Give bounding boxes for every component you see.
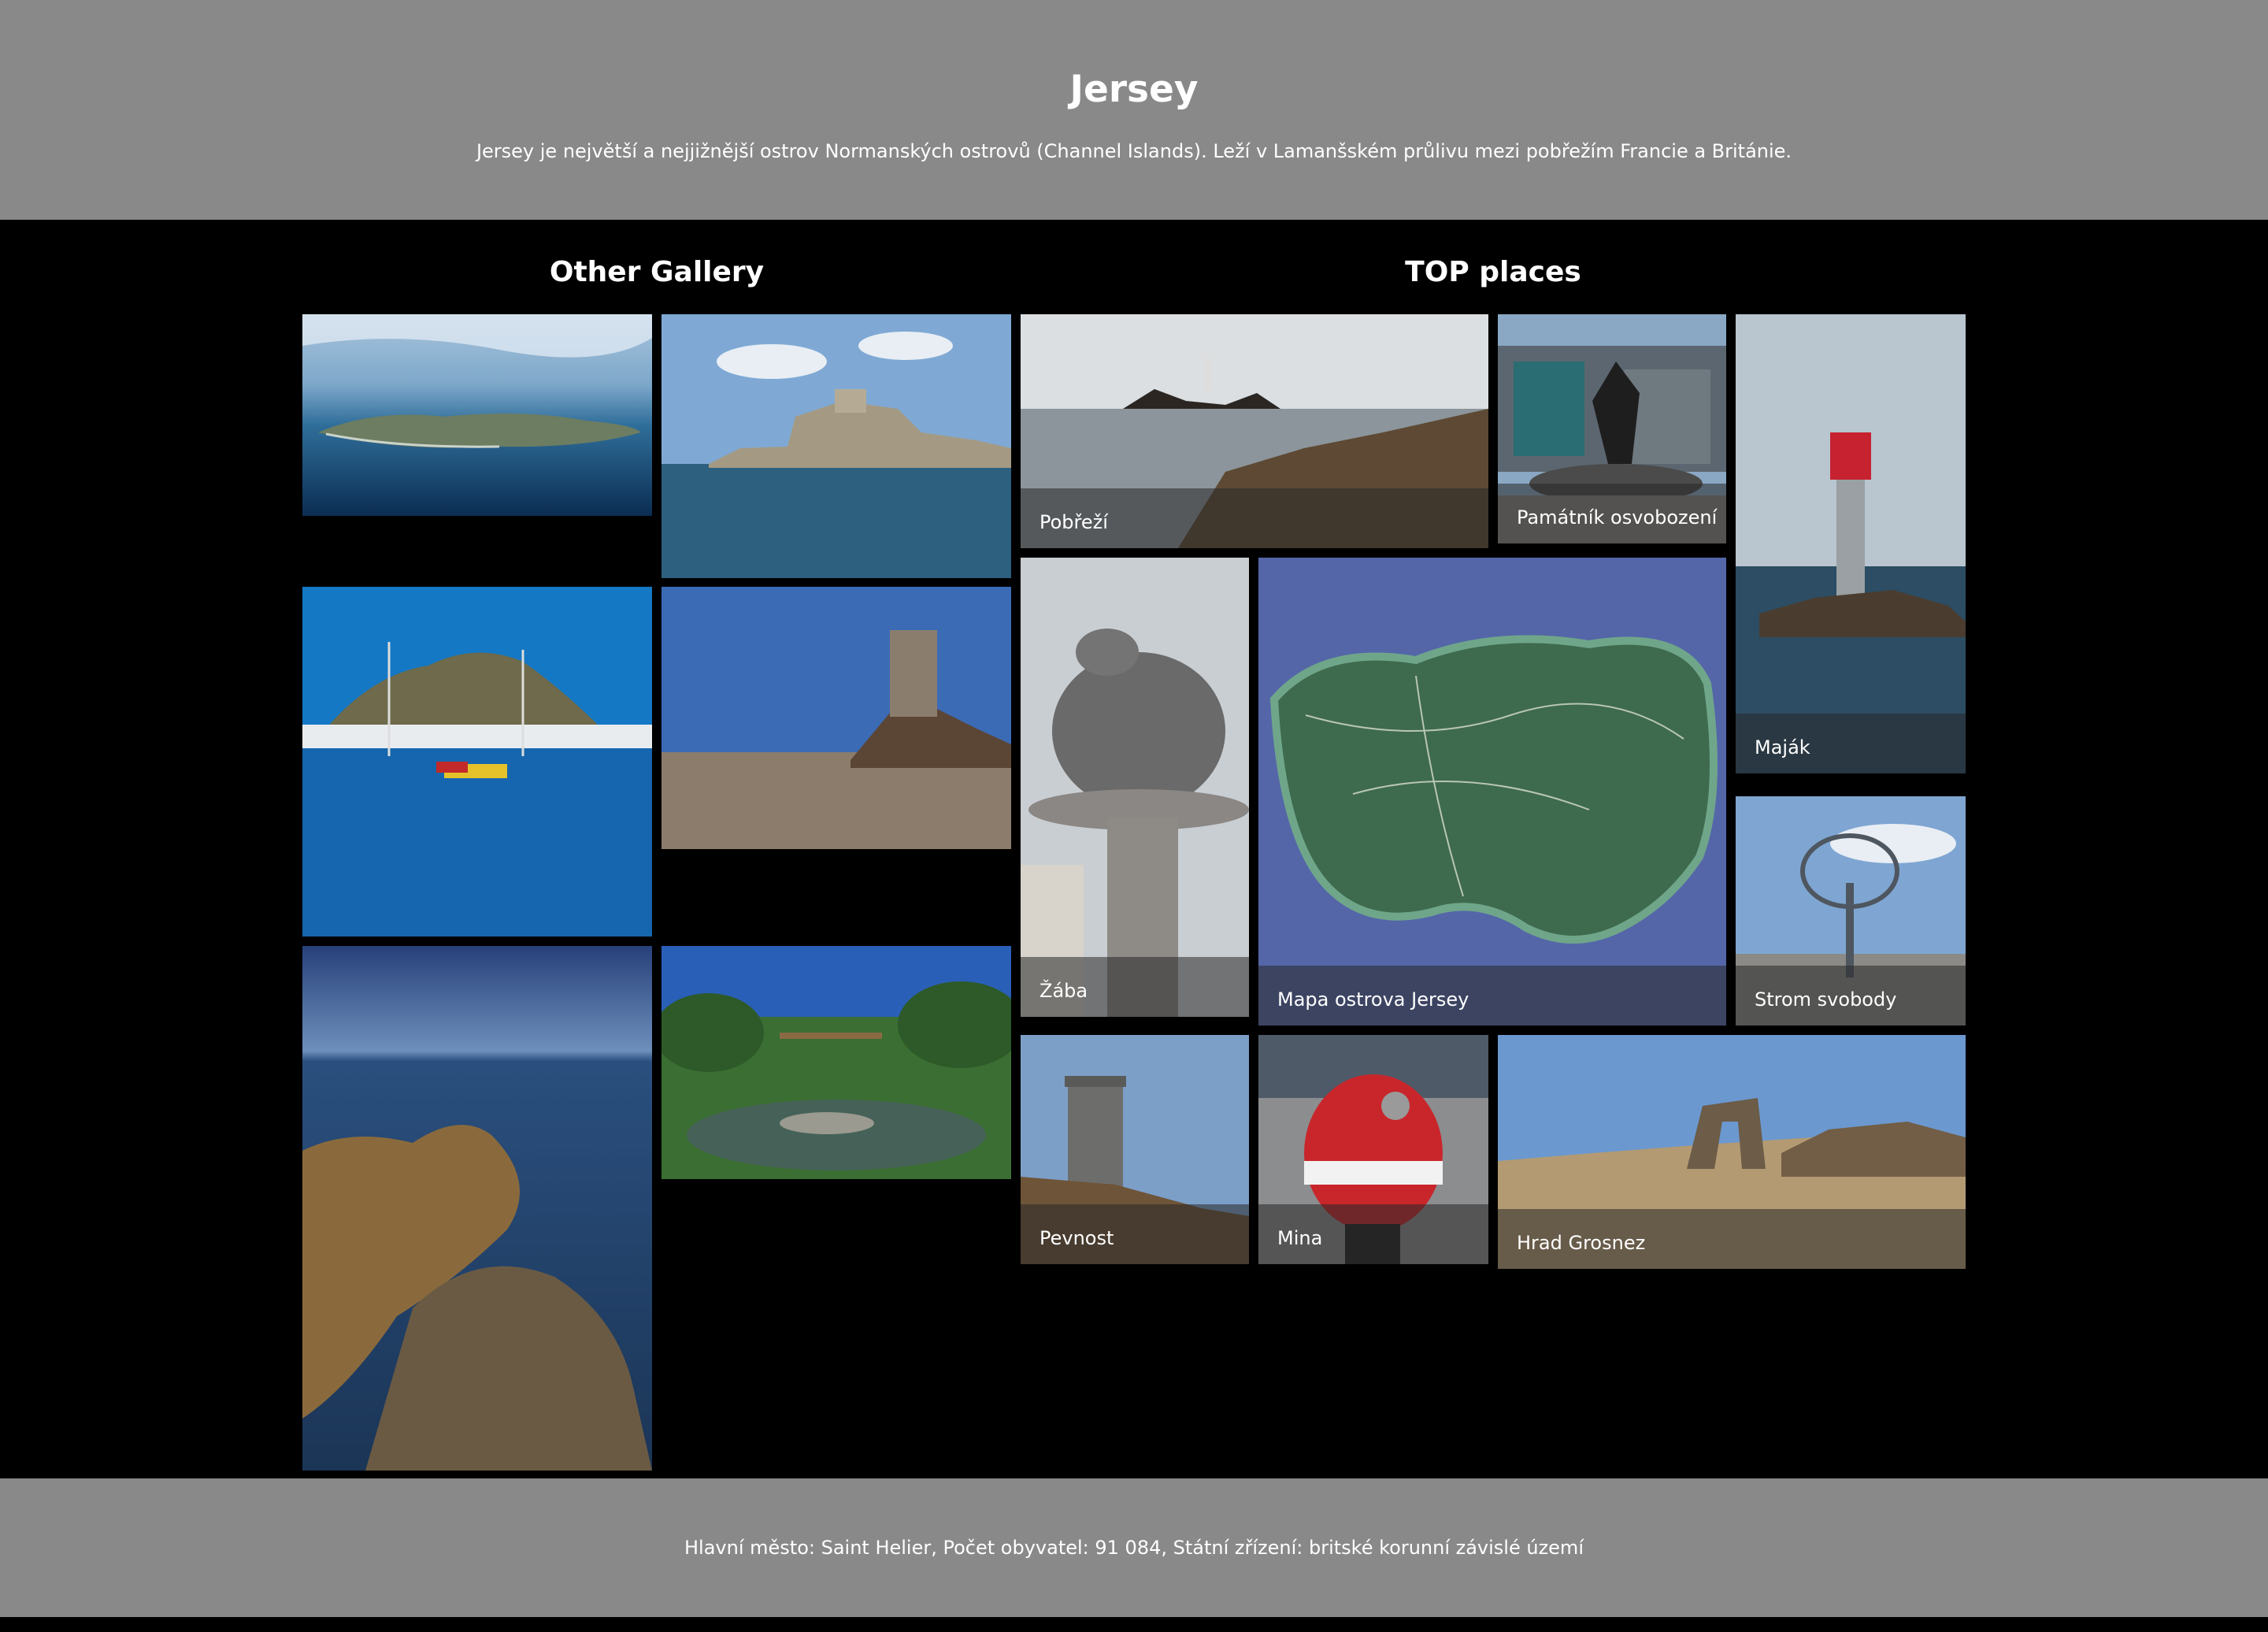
coastal-cliffs-image [302, 946, 652, 1471]
place-card-pamatnik-osvobozeni[interactable]: Památník osvobození [1498, 314, 1726, 543]
gallery-image-coastal-cliffs[interactable] [302, 946, 652, 1471]
page-footer: Hlavní město: Saint Helier, Počet obyvat… [0, 1478, 2268, 1617]
caption-overlay: Žába [1021, 957, 1249, 1017]
place-label: Pobřeží [1040, 511, 1108, 533]
caption-overlay: Hrad Grosnez [1498, 1209, 1966, 1269]
place-label: Hrad Grosnez [1517, 1232, 1646, 1254]
place-label: Strom svobody [1755, 988, 1897, 1011]
page-header: Jersey Jersey je největší a nejjižnější … [0, 0, 2268, 220]
gallery-image-castle-sea[interactable] [662, 314, 1011, 578]
place-label: Mina [1277, 1227, 1323, 1249]
gallery-image-garden-fountain[interactable] [662, 946, 1011, 1179]
majak-image [1736, 314, 1966, 773]
caption-overlay: Pevnost [1021, 1204, 1249, 1264]
place-label: Maják [1755, 736, 1810, 759]
tower-beach-image [662, 587, 1011, 849]
aerial-island-image [302, 314, 652, 516]
footer-info: Hlavní město: Saint Helier, Počet obyvat… [684, 1537, 1584, 1559]
place-label: Pevnost [1040, 1227, 1114, 1249]
place-card-zaba[interactable]: Žába [1021, 558, 1249, 1017]
place-label: Žába [1040, 980, 1088, 1002]
caption-overlay: Pobřeží [1021, 488, 1488, 548]
caption-overlay: Strom svobody [1736, 966, 1966, 1026]
place-card-mapa-ostrova-jersey[interactable]: Mapa ostrova Jersey [1258, 558, 1726, 1026]
place-card-pobrezi[interactable]: Pobřeží [1021, 314, 1488, 548]
top-places-title: TOP places [1405, 256, 1581, 288]
place-card-strom-svobody[interactable]: Strom svobody [1736, 796, 1966, 1026]
page-description: Jersey je největší a nejjižnější ostrov … [476, 140, 1792, 162]
place-label: Mapa ostrova Jersey [1277, 988, 1469, 1011]
place-card-hrad-grosnez[interactable]: Hrad Grosnez [1498, 1035, 1966, 1269]
gallery-image-tower-beach[interactable] [662, 587, 1011, 849]
place-card-pevnost[interactable]: Pevnost [1021, 1035, 1249, 1264]
caption-overlay: Mina [1258, 1204, 1488, 1264]
mapa-ostrova-jersey-image [1258, 558, 1726, 1026]
zaba-image [1021, 558, 1249, 1017]
caption-overlay: Památník osvobození [1498, 484, 1726, 543]
place-card-mina[interactable]: Mina [1258, 1035, 1488, 1264]
castle-sea-image [662, 314, 1011, 578]
page-title: Jersey [1069, 68, 1199, 111]
caption-overlay: Maják [1736, 714, 1966, 773]
caption-overlay: Mapa ostrova Jersey [1258, 966, 1726, 1026]
place-card-majak[interactable]: Maják [1736, 314, 1966, 773]
gallery-image-harbour-castle[interactable] [302, 587, 652, 937]
gallery-image-aerial-island[interactable] [302, 314, 652, 516]
garden-fountain-image [662, 946, 1011, 1179]
harbour-castle-image [302, 587, 652, 937]
place-label: Památník osvobození [1517, 506, 1718, 529]
